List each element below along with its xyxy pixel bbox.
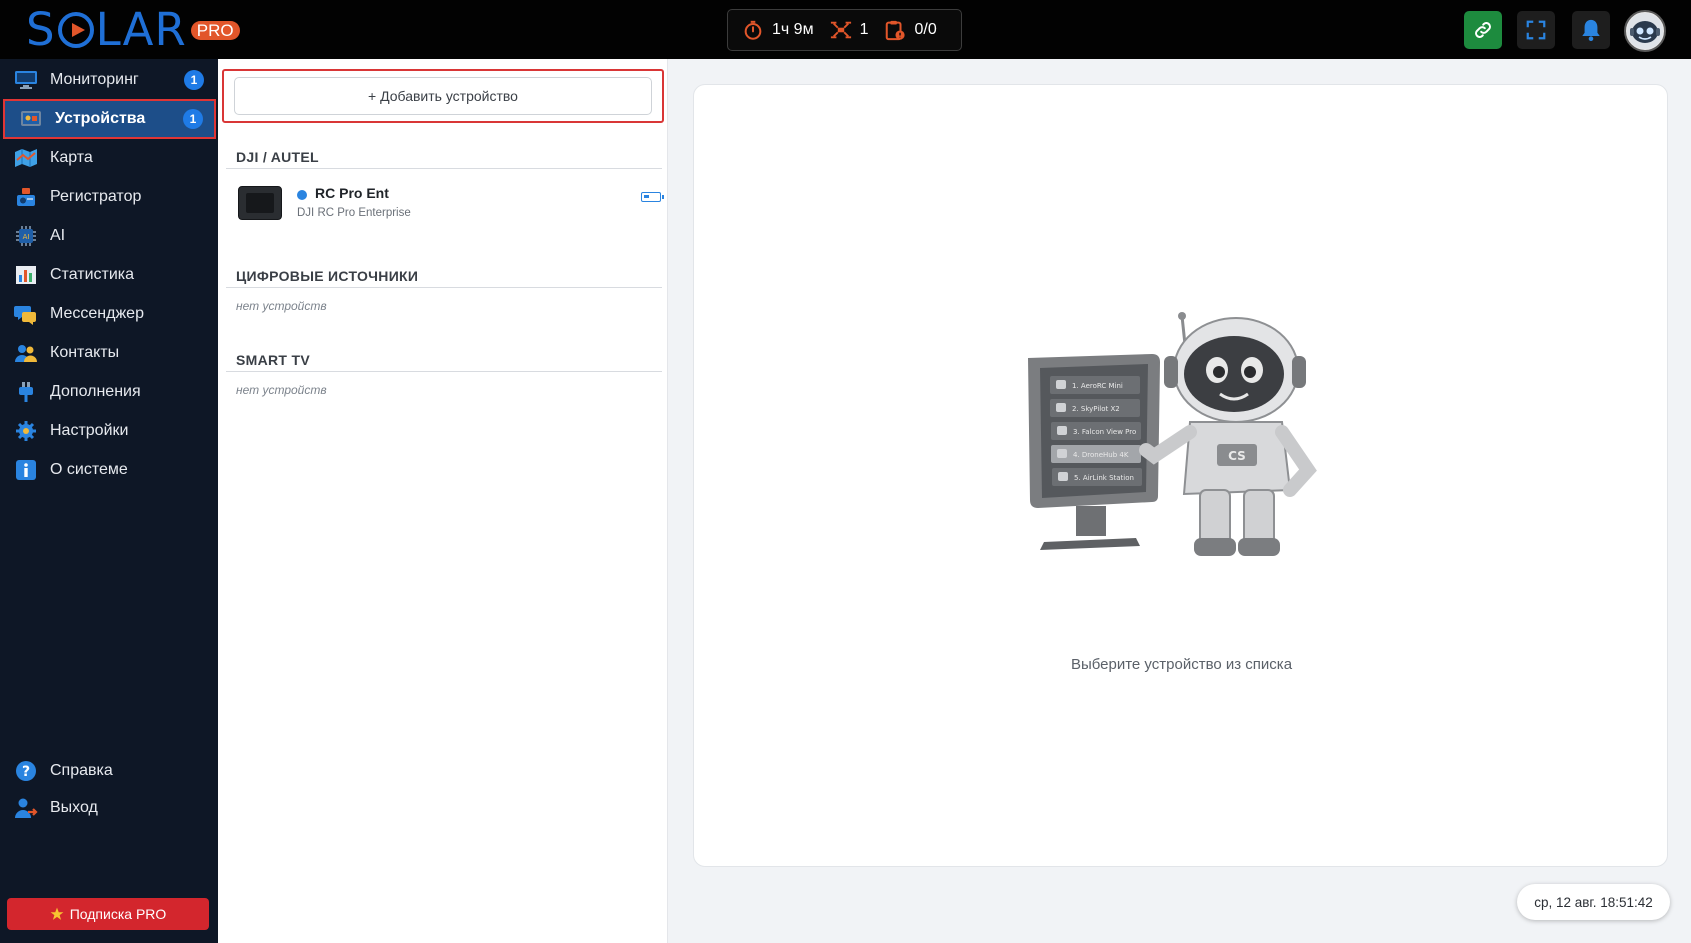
svg-text:?: ? bbox=[22, 764, 30, 780]
registrar-icon bbox=[14, 186, 38, 208]
section-title-smart-tv: SMART TV bbox=[236, 352, 310, 368]
sidebar-item-label: Статистика bbox=[50, 266, 135, 283]
devices-count-badge: 1 bbox=[183, 109, 203, 129]
sidebar-item-label: Мессенджер bbox=[50, 305, 144, 322]
battery-icon bbox=[641, 192, 664, 202]
illustration-item-1: 1. AeroRC Mini bbox=[1072, 382, 1123, 390]
star-icon bbox=[50, 907, 64, 920]
device-name: RC Pro Ent bbox=[315, 185, 389, 201]
device-list-item[interactable]: RC Pro Ent DJI RC Pro Enterprise bbox=[232, 180, 664, 230]
sidebar-item-logout[interactable]: Выход bbox=[0, 788, 218, 828]
bell-icon bbox=[1582, 19, 1600, 41]
app-logo[interactable]: S LAR PRO bbox=[26, 6, 240, 54]
map-icon bbox=[14, 147, 38, 169]
sidebar-item-label: Дополнения bbox=[50, 383, 141, 400]
sidebar-item-label: Настройки bbox=[50, 422, 129, 439]
missions-value: 0/0 bbox=[914, 21, 937, 38]
clipboard-alert-icon bbox=[886, 20, 906, 41]
logo-play-icon bbox=[57, 12, 94, 48]
info-icon bbox=[14, 459, 38, 481]
link-button[interactable] bbox=[1464, 11, 1502, 49]
devices-icon bbox=[19, 108, 43, 130]
messenger-icon bbox=[14, 303, 38, 325]
logout-icon bbox=[14, 797, 38, 819]
device-list-panel: + Добавить устройство DJI / AUTEL RC Pro… bbox=[218, 59, 668, 943]
sidebar-item-label: О системе bbox=[50, 461, 128, 478]
datetime-clock: ср, 12 авг. 18:51:42 bbox=[1517, 884, 1670, 920]
section-divider bbox=[226, 287, 662, 288]
select-device-hint: Выберите устройство из списка bbox=[1070, 656, 1293, 673]
device-status-dot bbox=[297, 190, 307, 200]
subscription-label: Подписка PRO bbox=[69, 906, 167, 922]
illustration-item-5: 5. AirLink Station bbox=[1074, 474, 1134, 482]
sidebar-item-statistics[interactable]: Статистика bbox=[0, 255, 218, 295]
flight-time-value: 1ч 9м bbox=[772, 21, 814, 38]
sidebar-item-registrar[interactable]: Регистратор bbox=[0, 177, 218, 217]
device-model: DJI RC Pro Enterprise bbox=[297, 207, 411, 219]
link-icon bbox=[1475, 22, 1491, 38]
rc-controller-image bbox=[238, 186, 282, 220]
illustration-item-3: 3. Falcon View Pro bbox=[1073, 428, 1136, 436]
fullscreen-icon bbox=[1526, 20, 1546, 40]
top-bar: S LAR PRO 1ч 9м 1 0/0 bbox=[0, 0, 1691, 59]
sidebar-item-settings[interactable]: Настройки bbox=[0, 411, 218, 451]
sidebar-item-label: Мониторинг bbox=[50, 71, 139, 88]
drone-icon bbox=[830, 21, 851, 39]
sidebar-item-devices[interactable]: Устройства 1 bbox=[3, 99, 216, 139]
sidebar-item-label: AI bbox=[50, 227, 66, 244]
sidebar-item-ai[interactable]: AI AI bbox=[0, 216, 218, 256]
contacts-icon bbox=[14, 342, 38, 364]
add-device-highlight: + Добавить устройство bbox=[222, 69, 664, 123]
sidebar-item-label: Регистратор bbox=[50, 188, 142, 205]
sidebar-item-map[interactable]: Карта bbox=[0, 138, 218, 178]
fullscreen-button[interactable] bbox=[1517, 11, 1555, 49]
timer-icon bbox=[744, 20, 762, 40]
user-avatar[interactable] bbox=[1624, 10, 1666, 52]
sidebar-item-messenger[interactable]: Мессенджер bbox=[0, 294, 218, 334]
session-stats: 1ч 9м 1 0/0 bbox=[727, 9, 962, 51]
section-divider bbox=[226, 371, 662, 372]
svg-text:AI: AI bbox=[23, 233, 30, 241]
main-content: 1. AeroRC Mini 2. SkyPilot X2 3. Falcon … bbox=[668, 59, 1691, 943]
sidebar-item-help[interactable]: ? Справка bbox=[0, 751, 218, 791]
sidebar-item-label: Карта bbox=[50, 149, 93, 166]
sidebar-item-addons[interactable]: Дополнения bbox=[0, 372, 218, 412]
ai-chip-icon: AI bbox=[14, 225, 38, 247]
section-divider bbox=[226, 168, 662, 169]
device-detail-card: 1. AeroRC Mini 2. SkyPilot X2 3. Falcon … bbox=[693, 84, 1668, 867]
section-title-digital-sources: ЦИФРОВЫЕ ИСТОЧНИКИ bbox=[236, 268, 419, 284]
sidebar: Мониторинг 1 Устройства 1 Карта Регистра… bbox=[0, 59, 218, 943]
addons-icon bbox=[14, 381, 38, 403]
illustration-item-4: 4. DroneHub 4K bbox=[1073, 451, 1129, 459]
robot-illustration: 1. AeroRC Mini 2. SkyPilot X2 3. Falcon … bbox=[1028, 312, 1317, 556]
sidebar-item-label: Контакты bbox=[50, 344, 120, 361]
empty-devices-text: нет устройств bbox=[236, 299, 327, 313]
help-icon: ? bbox=[14, 760, 38, 782]
statistics-icon bbox=[14, 264, 38, 286]
sidebar-item-label: Справка bbox=[50, 762, 113, 779]
illustration-item-2: 2. SkyPilot X2 bbox=[1072, 405, 1120, 413]
logo-pro-badge: PRO bbox=[190, 20, 240, 40]
section-title-dji-autel: DJI / AUTEL bbox=[236, 149, 319, 165]
drone-count-value: 1 bbox=[859, 21, 869, 38]
robot-avatar-icon bbox=[1627, 13, 1663, 49]
sidebar-item-about[interactable]: О системе bbox=[0, 450, 218, 490]
subscription-pro-button[interactable]: Подписка PRO bbox=[7, 898, 209, 930]
empty-devices-text: нет устройств bbox=[236, 383, 327, 397]
monitor-icon bbox=[14, 69, 38, 91]
add-device-button[interactable]: + Добавить устройство bbox=[234, 77, 652, 115]
logo-text: S LAR bbox=[26, 3, 187, 56]
sidebar-item-contacts[interactable]: Контакты bbox=[0, 333, 218, 373]
sidebar-item-label: Устройства bbox=[55, 110, 146, 127]
notifications-button[interactable] bbox=[1572, 11, 1610, 49]
sidebar-item-monitoring[interactable]: Мониторинг 1 bbox=[0, 60, 218, 100]
settings-gear-icon bbox=[14, 420, 38, 442]
robot-chest-label: CS bbox=[1228, 449, 1246, 463]
sidebar-item-label: Выход bbox=[50, 799, 98, 816]
monitoring-count-badge: 1 bbox=[184, 70, 204, 90]
